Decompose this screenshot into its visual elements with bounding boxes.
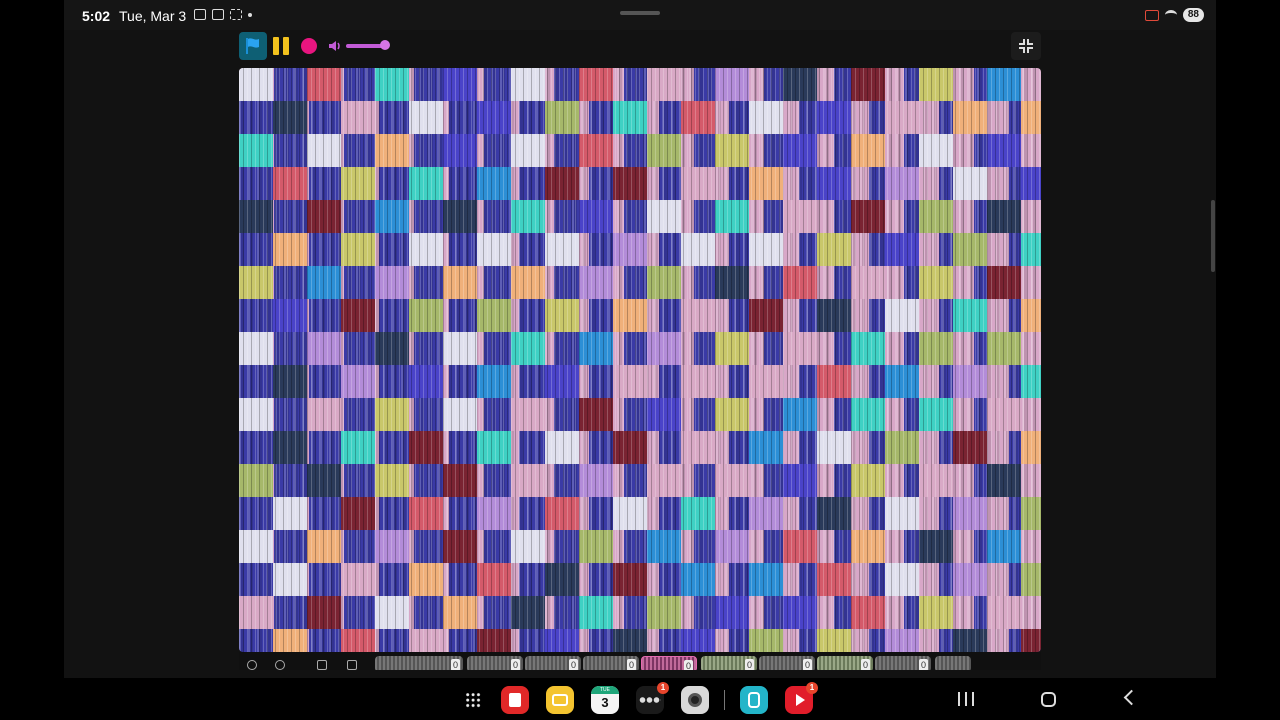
thumb-badge: 0 [803, 659, 812, 670]
screen: 5:02 Tue, Mar 3 88 0 0 0 0 0 0 0 0 0 TUE… [0, 0, 1280, 720]
green-flag-button[interactable] [239, 32, 267, 60]
thumb-badge: 0 [684, 660, 693, 670]
notes-icon[interactable] [546, 686, 574, 714]
volume-icon [329, 41, 340, 51]
status-time: 5:02 [82, 8, 111, 24]
pause-bar-left [273, 37, 279, 55]
recents-bar [972, 692, 974, 706]
hangouts-glyph [639, 696, 661, 704]
hangouts-icon[interactable]: 1 [636, 682, 669, 714]
thumb-badge: 0 [451, 659, 460, 670]
cast-icon [1144, 9, 1159, 21]
recents-button[interactable] [958, 692, 974, 706]
sprite-thumb[interactable]: 0 [467, 656, 523, 670]
shrink-stage-button[interactable] [1011, 32, 1041, 60]
thumb-badge: 0 [919, 659, 928, 670]
home-button[interactable] [1041, 692, 1056, 707]
thumb-badge: 0 [569, 659, 578, 670]
system-icons: 88 [1144, 8, 1204, 22]
sprite-thumb[interactable]: 0 [875, 656, 931, 670]
scroll-indicator[interactable] [1211, 200, 1215, 272]
thumb-badge: 0 [511, 659, 520, 670]
sprite-thumb-selected[interactable]: 0 [641, 656, 697, 670]
thumb-badge: 0 [745, 659, 754, 670]
notification-badge: 1 [806, 682, 818, 694]
sprite-strip: 0 0 0 0 0 0 0 0 0 0 [239, 652, 1041, 670]
calendar-icon[interactable]: TUE 3 [591, 686, 619, 714]
thumb-badge: 0 [861, 659, 870, 670]
dot-icon [248, 12, 252, 17]
recents-bar [965, 692, 967, 706]
notification-icons [194, 9, 252, 20]
camera-lens [688, 693, 702, 707]
sprite-thumb[interactable]: 0 [407, 656, 463, 670]
battery-icon: 88 [1182, 8, 1204, 22]
project-stage[interactable] [239, 68, 1041, 652]
stripes-icon [230, 9, 242, 20]
pause-button[interactable] [273, 37, 290, 55]
copy-icon[interactable] [317, 660, 327, 670]
youtube-icon[interactable]: 1 [785, 682, 818, 714]
thumb-badge: 0 [627, 659, 636, 670]
sprite-thumb[interactable]: 0 [583, 656, 639, 670]
dock-divider [724, 690, 725, 710]
flipboard-glyph [509, 693, 521, 707]
volume-slider-handle[interactable] [380, 40, 390, 50]
recents-bar [958, 692, 960, 706]
navigation-bar: TUE 3 1 1 [0, 678, 1280, 720]
flipboard-icon[interactable] [501, 686, 529, 714]
sprite-thumb[interactable]: 0 [525, 656, 581, 670]
drag-handle[interactable] [620, 11, 660, 15]
status-date: Tue, Mar 3 [119, 8, 187, 24]
record-button[interactable] [301, 38, 317, 54]
notes-glyph [552, 694, 568, 706]
back-button[interactable] [1123, 689, 1140, 706]
calendar-day: 3 [601, 695, 609, 710]
screenshot-icon [194, 9, 206, 20]
shrink-icon [1019, 39, 1033, 53]
player-toolbar [238, 30, 1042, 66]
notification-badge: 1 [657, 682, 669, 694]
sprite-thumb[interactable] [935, 656, 971, 670]
scratch-glyph [748, 692, 760, 708]
flag-icon [246, 38, 259, 54]
scratch-icon[interactable] [740, 686, 768, 714]
wifi-icon [1164, 10, 1177, 20]
status-bar: 5:02 Tue, Mar 3 88 [64, 0, 1216, 30]
stage-scanlines [239, 68, 1041, 652]
redo-icon[interactable] [275, 660, 285, 670]
sprite-thumb[interactable]: 0 [701, 656, 757, 670]
sprite-thumb[interactable]: 0 [817, 656, 873, 670]
paste-icon[interactable] [347, 660, 357, 670]
sprite-thumb[interactable]: 0 [759, 656, 815, 670]
camera-icon[interactable] [681, 686, 709, 714]
undo-icon[interactable] [247, 660, 257, 670]
youtube-play-glyph [796, 694, 805, 706]
image-icon [212, 9, 224, 20]
calendar-weekday: TUE [591, 686, 619, 694]
pause-bar-right [283, 37, 289, 55]
apps-grid-icon[interactable] [465, 692, 481, 708]
